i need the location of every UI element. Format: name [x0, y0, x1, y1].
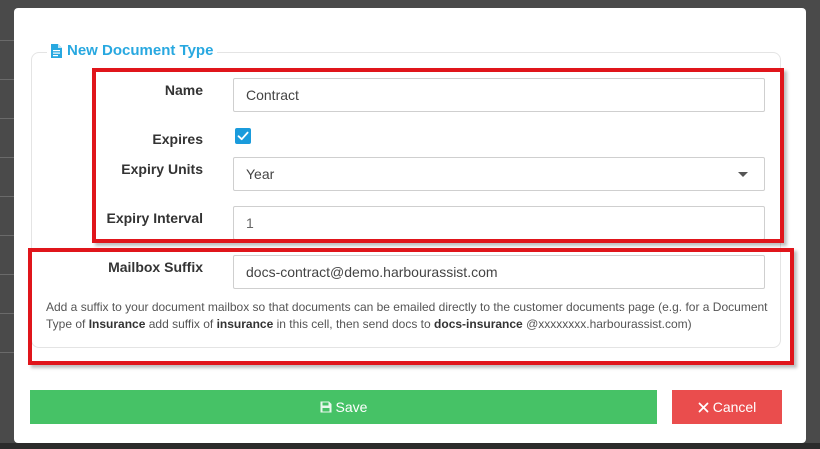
floppy-disk-icon — [320, 401, 332, 413]
cancel-button[interactable]: Cancel — [672, 390, 782, 424]
legend-title: New Document Type — [67, 42, 214, 59]
cancel-label: Cancel — [712, 399, 757, 415]
backdrop-bottom — [0, 443, 820, 449]
close-icon — [698, 402, 709, 412]
save-label: Save — [335, 399, 368, 415]
highlight-box-mailbox-suffix — [28, 248, 794, 365]
highlight-box-expiry-fields — [92, 68, 784, 243]
save-button[interactable]: Save — [30, 390, 657, 424]
document-icon — [51, 43, 62, 58]
fieldset-legend: New Document Type — [47, 42, 218, 59]
